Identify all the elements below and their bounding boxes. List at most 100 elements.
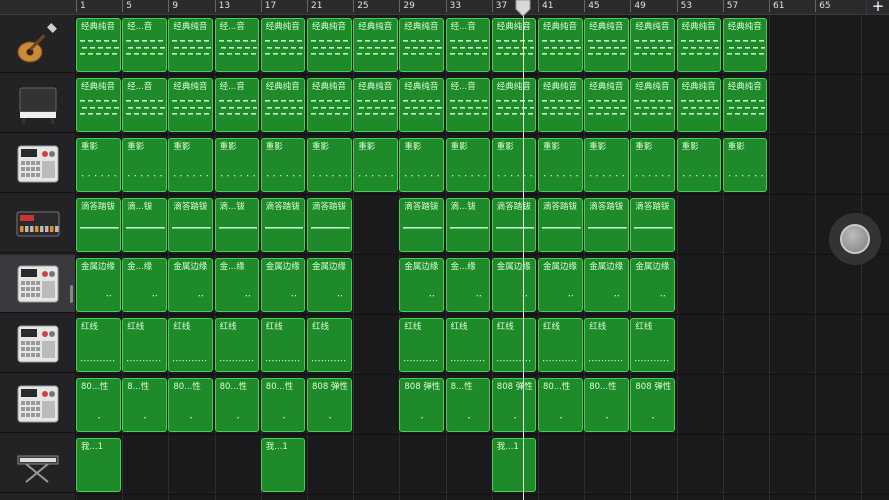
region[interactable]: 重影 (260, 138, 306, 192)
region[interactable]: 红线 (445, 318, 491, 372)
region[interactable]: 滴...钹 (214, 198, 260, 252)
track-lane-guitar-track[interactable]: 经典纯音 经...音 经典纯音 经...音 经典纯音 经典纯音 经典纯音 经典纯音 经...音 经… (76, 15, 889, 75)
region[interactable]: 红线 (491, 318, 537, 372)
region[interactable]: 滴...钹 (122, 198, 167, 252)
region[interactable]: 经典纯音 (76, 78, 121, 132)
region[interactable]: 重影 (353, 138, 398, 192)
region[interactable]: 80...性 (76, 378, 121, 432)
region[interactable]: 重影 (214, 138, 260, 192)
region[interactable]: 经典纯音 (353, 78, 398, 132)
region[interactable]: 重影 (168, 138, 214, 192)
region[interactable]: 8...性 (122, 378, 167, 432)
region[interactable]: 经典纯音 (260, 18, 306, 72)
region[interactable]: 经典纯音 (538, 18, 583, 72)
region[interactable]: 重影 (584, 138, 629, 192)
region[interactable]: 重影 (538, 138, 583, 192)
region[interactable]: 红线 (538, 318, 583, 372)
region[interactable]: 滴答踏钹 (538, 198, 583, 252)
region[interactable]: 808 弹性 (399, 378, 445, 432)
region[interactable]: 滴答踏钹 (168, 198, 214, 252)
region[interactable]: 经典纯音 (399, 18, 445, 72)
region[interactable]: 金属边缘 (168, 258, 214, 312)
region[interactable]: 经典纯音 (584, 78, 629, 132)
region[interactable]: 80...性 (214, 378, 260, 432)
track-header-drum-machine-track-4[interactable] (0, 375, 75, 433)
region[interactable]: 经典纯音 (630, 18, 676, 72)
region[interactable]: 我...1 (76, 438, 121, 492)
region[interactable]: 红线 (584, 318, 629, 372)
region[interactable]: 808 弹性 (307, 378, 352, 432)
region[interactable]: 我...1 (491, 438, 537, 492)
region[interactable]: 滴答踏钹 (260, 198, 306, 252)
region[interactable]: 红线 (76, 318, 121, 372)
region[interactable]: 重影 (491, 138, 537, 192)
region[interactable]: 80...性 (168, 378, 214, 432)
region[interactable]: 金...缘 (122, 258, 167, 312)
timeline-ruler[interactable]: 1 5 9 13 17 21 25 29 33 37 41 45 49 53 57 61 65 (0, 0, 889, 15)
region[interactable]: 经典纯音 (168, 18, 214, 72)
region[interactable]: 经典纯音 (491, 78, 537, 132)
tracks-area[interactable]: 经典纯音 经...音 经典纯音 经...音 经典纯音 经典纯音 经典纯音 经典纯音 经...音经… (76, 15, 889, 500)
region[interactable]: 808 弹性 (491, 378, 537, 432)
region[interactable]: 经...音 (445, 18, 491, 72)
region[interactable]: 重影 (76, 138, 121, 192)
track-lane-piano-track[interactable]: 经典纯音 经...音 经典纯音 经...音 经典纯音 经典纯音 经典纯音 经典纯音 经...音 经… (76, 75, 889, 135)
region[interactable]: 红线 (399, 318, 445, 372)
region[interactable]: 金属边缘 (491, 258, 537, 312)
region[interactable]: 80...性 (584, 378, 629, 432)
region[interactable]: 经典纯音 (353, 18, 398, 72)
region[interactable]: 滴...钹 (445, 198, 491, 252)
region[interactable]: 经典纯音 (491, 18, 537, 72)
region[interactable]: 红线 (122, 318, 167, 372)
region[interactable]: 滴答踏钹 (76, 198, 121, 252)
region[interactable]: 金属边缘 (260, 258, 306, 312)
region[interactable]: 经...音 (122, 18, 167, 72)
playhead-handle[interactable] (515, 0, 531, 16)
region[interactable]: 8...性 (445, 378, 491, 432)
track-header-guitar-track[interactable] (0, 15, 75, 73)
region[interactable]: 经典纯音 (307, 78, 352, 132)
track-lane-drum-machine-track-2[interactable]: 金属边缘 金...缘 金属边缘 金...缘 金属边缘 金属边缘 金属边缘 金...缘 金属边缘 金… (76, 255, 889, 315)
region[interactable]: 重影 (722, 138, 768, 192)
track-header-keyboard-track[interactable] (0, 435, 75, 493)
record-knob[interactable] (829, 213, 881, 265)
region[interactable]: 金属边缘 (630, 258, 676, 312)
region[interactable]: 经...音 (214, 18, 260, 72)
region[interactable]: 滴答踏钹 (630, 198, 676, 252)
region[interactable]: 滴答踏钹 (584, 198, 629, 252)
region[interactable]: 重影 (630, 138, 676, 192)
region[interactable]: 经典纯音 (630, 78, 676, 132)
track-lane-beat-sequencer-track[interactable]: 滴答踏钹 滴...钹 滴答踏钹 滴...钹 滴答踏钹 滴答踏钹 滴答踏钹 滴...钹 滴答踏钹 滴… (76, 195, 889, 255)
region[interactable]: 经典纯音 (399, 78, 445, 132)
track-header-drum-machine-track-3[interactable] (0, 315, 75, 373)
region[interactable]: 我...1 (260, 438, 306, 492)
region[interactable]: 重影 (445, 138, 491, 192)
region[interactable]: 经典纯音 (722, 78, 768, 132)
region[interactable]: 重影 (676, 138, 722, 192)
region[interactable]: 80...性 (260, 378, 306, 432)
region[interactable]: 经典纯音 (538, 78, 583, 132)
region[interactable]: 金...缘 (214, 258, 260, 312)
region[interactable]: 重影 (399, 138, 445, 192)
region[interactable]: 经典纯音 (722, 18, 768, 72)
track-lane-keyboard-track[interactable]: 我...1 我...1 我...1 (76, 435, 889, 495)
region[interactable]: 经...音 (445, 78, 491, 132)
region[interactable]: 经典纯音 (168, 78, 214, 132)
region[interactable]: 金属边缘 (584, 258, 629, 312)
region[interactable]: 808 弹性 (630, 378, 676, 432)
region[interactable]: 金属边缘 (307, 258, 352, 312)
region[interactable]: 重影 (307, 138, 352, 192)
track-header-piano-track[interactable] (0, 75, 75, 133)
track-header-drum-machine-track-2[interactable] (0, 255, 75, 313)
region[interactable]: 经...音 (122, 78, 167, 132)
track-header-drum-machine-track-1[interactable] (0, 135, 75, 193)
region[interactable]: 红线 (260, 318, 306, 372)
region[interactable]: 滴答踏钹 (399, 198, 445, 252)
region[interactable]: 经典纯音 (676, 78, 722, 132)
region[interactable]: 重影 (122, 138, 167, 192)
region[interactable]: 80...性 (538, 378, 583, 432)
region[interactable]: 金...缘 (445, 258, 491, 312)
region[interactable]: 经典纯音 (76, 18, 121, 72)
region[interactable]: 红线 (307, 318, 352, 372)
knob-button[interactable] (840, 224, 870, 254)
